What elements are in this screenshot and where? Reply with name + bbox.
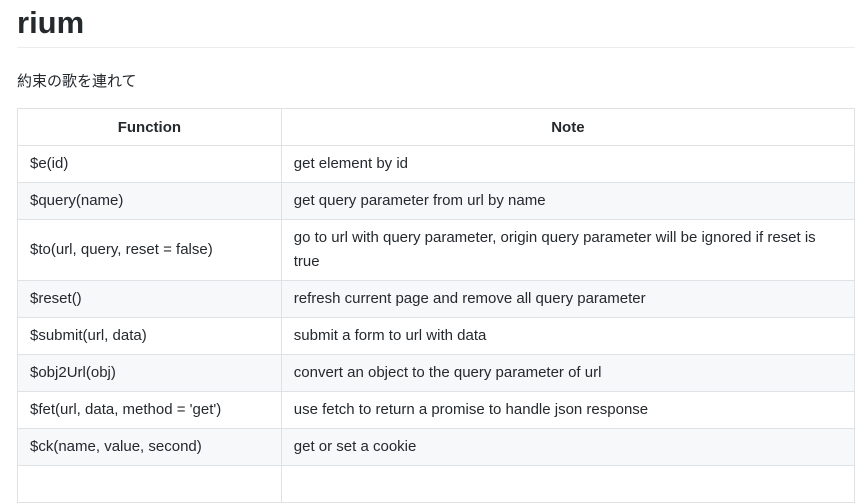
table-row: $obj2Url(obj) convert an object to the q… [17, 354, 856, 392]
function-cell: $reset() [17, 280, 282, 318]
note-cell: convert an object to the query parameter… [280, 354, 856, 392]
function-cell: $obj2Url(obj) [17, 354, 282, 392]
page-subtitle: 約束の歌を連れて [17, 72, 137, 90]
table-row: $query(name) get query parameter from ur… [17, 182, 856, 220]
function-cell [17, 465, 282, 503]
function-cell: $e(id) [17, 145, 282, 183]
column-header-note: Note [280, 108, 856, 146]
table-row: $ck(name, value, second) get or set a co… [17, 428, 856, 466]
table-row: $reset() refresh current page and remove… [17, 280, 856, 318]
note-cell: get query parameter from url by name [280, 182, 856, 220]
note-cell: submit a form to url with data [280, 317, 856, 355]
function-cell: $ck(name, value, second) [17, 428, 282, 466]
table-row: $e(id) get element by id [17, 145, 856, 183]
note-cell: get or set a cookie [280, 428, 856, 466]
table-header-row: Function Note [17, 108, 856, 146]
table-row: $fet(url, data, method = 'get') use fetc… [17, 391, 856, 429]
page-title: rium [17, 0, 855, 48]
table-row: $submit(url, data) submit a form to url … [17, 317, 856, 355]
column-header-function: Function [17, 108, 282, 146]
readme-content: rium 約束の歌を連れて Function Note $e(id) get e… [17, 0, 856, 503]
note-cell: go to url with query parameter, origin q… [280, 219, 856, 281]
note-cell [280, 465, 856, 503]
function-cell: $query(name) [17, 182, 282, 220]
table-row: $to(url, query, reset = false) go to url… [17, 219, 856, 281]
function-cell: $submit(url, data) [17, 317, 282, 355]
note-cell: get element by id [280, 145, 856, 183]
function-cell: $fet(url, data, method = 'get') [17, 391, 282, 429]
table-row [17, 465, 856, 503]
function-cell: $to(url, query, reset = false) [17, 219, 282, 281]
function-table: Function Note $e(id) get element by id $… [17, 108, 856, 503]
note-cell: use fetch to return a promise to handle … [280, 391, 856, 429]
note-cell: refresh current page and remove all quer… [280, 280, 856, 318]
